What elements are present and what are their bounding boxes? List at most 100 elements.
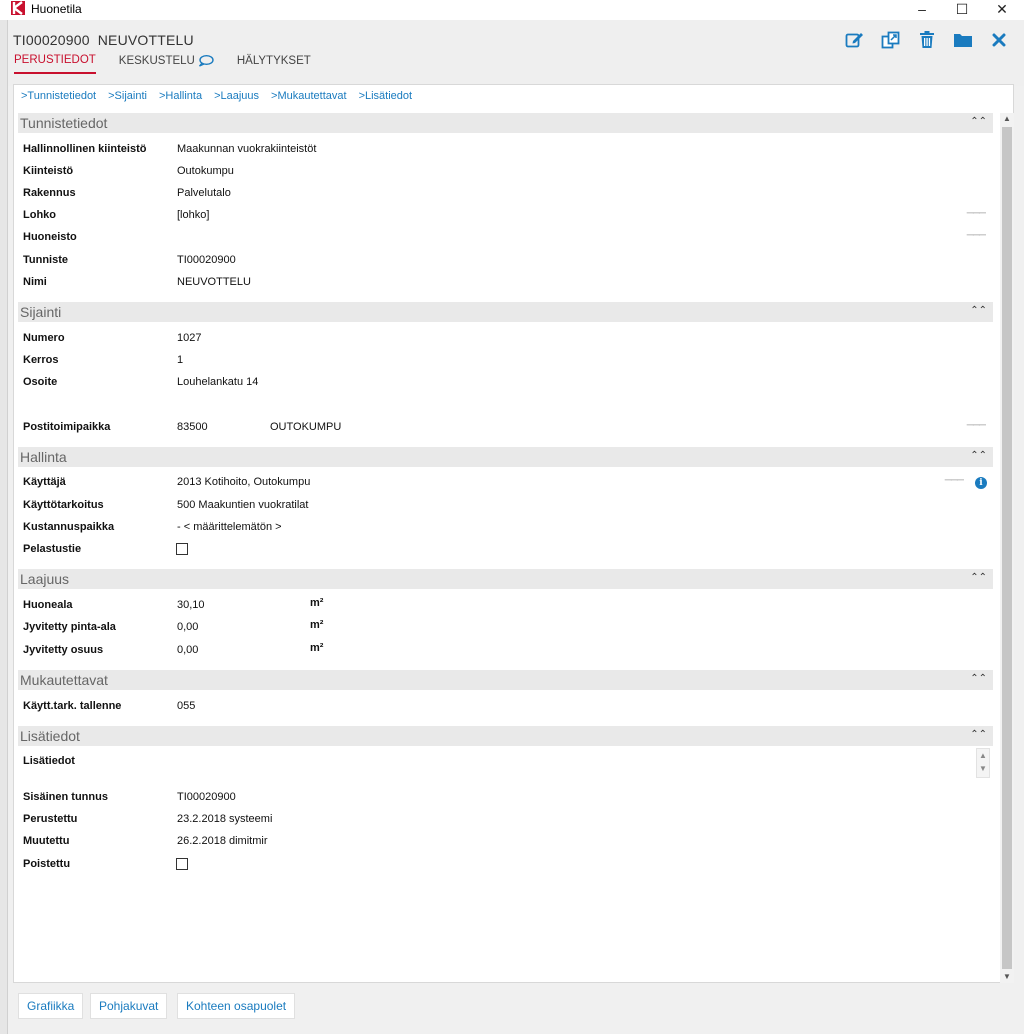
field-value[interactable]: Louhelankatu 14 — [177, 376, 258, 388]
field-value[interactable]: 1027 — [177, 332, 201, 344]
edit-button[interactable] — [844, 30, 866, 50]
field-label: Jyvitetty osuus — [23, 644, 104, 656]
kohteen-osapuolet-button[interactable]: Kohteen osapuolet — [177, 993, 296, 1019]
page-title: TI00020900 NEUVOTTELU — [13, 32, 194, 48]
collapse-icon[interactable]: ⌃⌃ — [970, 305, 987, 316]
field-value[interactable]: 2013 Kotihoito, Outokumpu — [177, 476, 310, 488]
section-header-sijainti: Sijainti ⌃⌃ — [18, 302, 993, 322]
anchor-sijainti[interactable]: >Sijainti — [108, 90, 147, 102]
section-header-tunnistetiedot: Tunnistetiedot ⌃⌃ — [18, 113, 993, 133]
footer-bar: Grafiikka Pohjakuvat Kohteen osapuolet — [8, 984, 1024, 1034]
field-value: TI00020900 — [177, 791, 236, 803]
field-label: Hallinnollinen kiinteistö — [23, 143, 147, 155]
app-body: TI00020900 NEUVOTTELU PERUSTIEDOT KESKUS… — [0, 20, 1024, 1034]
field-row: Huoneala 30,10 m² — [14, 596, 999, 616]
info-icon[interactable]: i — [975, 477, 987, 489]
anchor-laajuus[interactable]: >Laajuus — [214, 90, 259, 102]
field-row: Käyttäjä 2013 Kotihoito, Outokumpu ─── i — [14, 473, 999, 493]
field-row: Huoneisto ─── — [14, 228, 999, 248]
field-label: Käytt.tark. tallenne — [23, 700, 122, 712]
background-window-strip — [0, 20, 8, 1034]
field-label: Kerros — [23, 354, 59, 366]
lookup-more-icon[interactable]: ─── — [967, 230, 986, 241]
field-value[interactable]: NEUVOTTELU — [177, 276, 251, 288]
field-row: Kiinteistö Outokumpu — [14, 162, 999, 182]
field-value[interactable]: TI00020900 — [177, 254, 236, 266]
section-header-laajuus: Laajuus ⌃⌃ — [18, 569, 993, 589]
field-value[interactable]: 055 — [177, 700, 195, 712]
collapse-icon[interactable]: ⌃⌃ — [970, 729, 987, 740]
field-row: Käytt.tark. tallenne 055 — [14, 697, 999, 717]
lookup-more-icon[interactable]: ─── — [967, 208, 986, 219]
field-row: Käyttötarkoitus 500 Maakuntien vuokratil… — [14, 496, 999, 516]
window-minimize-button[interactable]: – — [902, 0, 942, 18]
scrollbar-thumb[interactable] — [1002, 127, 1012, 969]
lookup-more-icon[interactable]: ─── — [945, 475, 964, 486]
folder-button[interactable] — [952, 30, 974, 50]
delete-button[interactable] — [916, 30, 938, 50]
collapse-icon[interactable]: ⌃⌃ — [970, 450, 987, 461]
tab-keskustelu[interactable]: KESKUSTELU — [119, 54, 214, 74]
field-label: Käyttötarkoitus — [23, 499, 104, 511]
close-record-button[interactable] — [988, 30, 1010, 50]
record-tabs: PERUSTIEDOT KESKUSTELU HÄLYTYKSET — [14, 54, 311, 74]
scroll-down-arrow[interactable]: ▼ — [1000, 971, 1014, 983]
window-titlebar: Huonetila – ☐ ✕ — [0, 0, 1024, 20]
field-value[interactable]: Palvelutalo — [177, 187, 231, 199]
field-row: Rakennus Palvelutalo — [14, 184, 999, 204]
folder-icon — [954, 34, 972, 47]
tab-perustiedot[interactable]: PERUSTIEDOT — [14, 54, 96, 74]
textarea-scroll-arrows[interactable]: ▲ ▼ — [976, 748, 990, 778]
field-value[interactable]: 0,00 — [177, 644, 198, 656]
section-title: Tunnistetiedot — [20, 115, 108, 131]
anchor-tunnistetiedot[interactable]: >Tunnistetiedot — [21, 90, 96, 102]
field-value[interactable]: Outokumpu — [177, 165, 234, 177]
field-row: Jyvitetty osuus 0,00 m² — [14, 641, 999, 661]
field-value[interactable]: 1 — [177, 354, 183, 366]
window-close-button[interactable]: ✕ — [982, 0, 1022, 18]
tab-halytykset[interactable]: HÄLYTYKSET — [237, 54, 311, 74]
field-label: Jyvitetty pinta-ala — [23, 621, 116, 633]
poistettu-checkbox[interactable] — [176, 858, 188, 870]
field-row: Osoite Louhelankatu 14 — [14, 373, 999, 393]
field-row: Kustannuspaikka - < määrittelemätön > — [14, 518, 999, 538]
edit-icon — [845, 33, 863, 48]
section-title: Mukautettavat — [20, 672, 108, 688]
pohjakuvat-button[interactable]: Pohjakuvat — [90, 993, 168, 1019]
scroll-up-arrow[interactable]: ▲ — [1000, 113, 1014, 125]
lookup-more-icon[interactable]: ─── — [967, 420, 986, 431]
field-row: Perustettu 23.2.2018 systeemi — [14, 810, 999, 830]
grafiikka-button[interactable]: Grafiikka — [18, 993, 84, 1019]
field-value[interactable]: Maakunnan vuokrakiinteistöt — [177, 143, 316, 155]
field-value[interactable]: 30,10 — [177, 599, 205, 611]
field-row: Nimi NEUVOTTELU — [14, 273, 999, 293]
header-actions — [844, 30, 1010, 50]
collapse-icon[interactable]: ⌃⌃ — [970, 116, 987, 127]
field-label: Poistettu — [23, 858, 71, 870]
field-label: Lisätiedot — [23, 755, 75, 767]
collapse-icon[interactable]: ⌃⌃ — [970, 572, 987, 583]
field-value[interactable]: [lohko] — [177, 209, 209, 221]
postal-city-value[interactable]: OUTOKUMPU — [270, 421, 341, 433]
vertical-scrollbar[interactable]: ▲ ▼ — [1000, 113, 1014, 983]
field-row: Jyvitetty pinta-ala 0,00 m² — [14, 618, 999, 638]
collapse-icon[interactable]: ⌃⌃ — [970, 673, 987, 684]
field-value[interactable]: - < määrittelemätön > — [177, 521, 282, 533]
field-value: 26.2.2018 dimitmir — [177, 835, 268, 847]
unit-label: m² — [310, 619, 324, 631]
app-window: Huonetila – ☐ ✕ TI00020900 NEUVOTTELU PE… — [0, 0, 1024, 1034]
field-value[interactable]: 500 Maakuntien vuokratilat — [177, 499, 308, 511]
anchor-hallinta[interactable]: >Hallinta — [159, 90, 202, 102]
field-label: Kiinteistö — [23, 165, 74, 177]
window-maximize-button[interactable]: ☐ — [942, 0, 982, 18]
field-label: Postitoimipaikka — [23, 421, 111, 433]
field-label: Rakennus — [23, 187, 76, 199]
field-row: Pelastustie — [14, 540, 999, 560]
field-row: Hallinnollinen kiinteistö Maakunnan vuok… — [14, 140, 999, 160]
pelastustie-checkbox[interactable] — [176, 543, 188, 555]
field-value[interactable]: 0,00 — [177, 621, 198, 633]
copy-button[interactable] — [880, 30, 902, 50]
anchor-mukautettavat[interactable]: >Mukautettavat — [271, 90, 347, 102]
anchor-lisatiedot[interactable]: >Lisätiedot — [359, 90, 413, 102]
postal-code-value[interactable]: 83500 — [177, 421, 208, 433]
